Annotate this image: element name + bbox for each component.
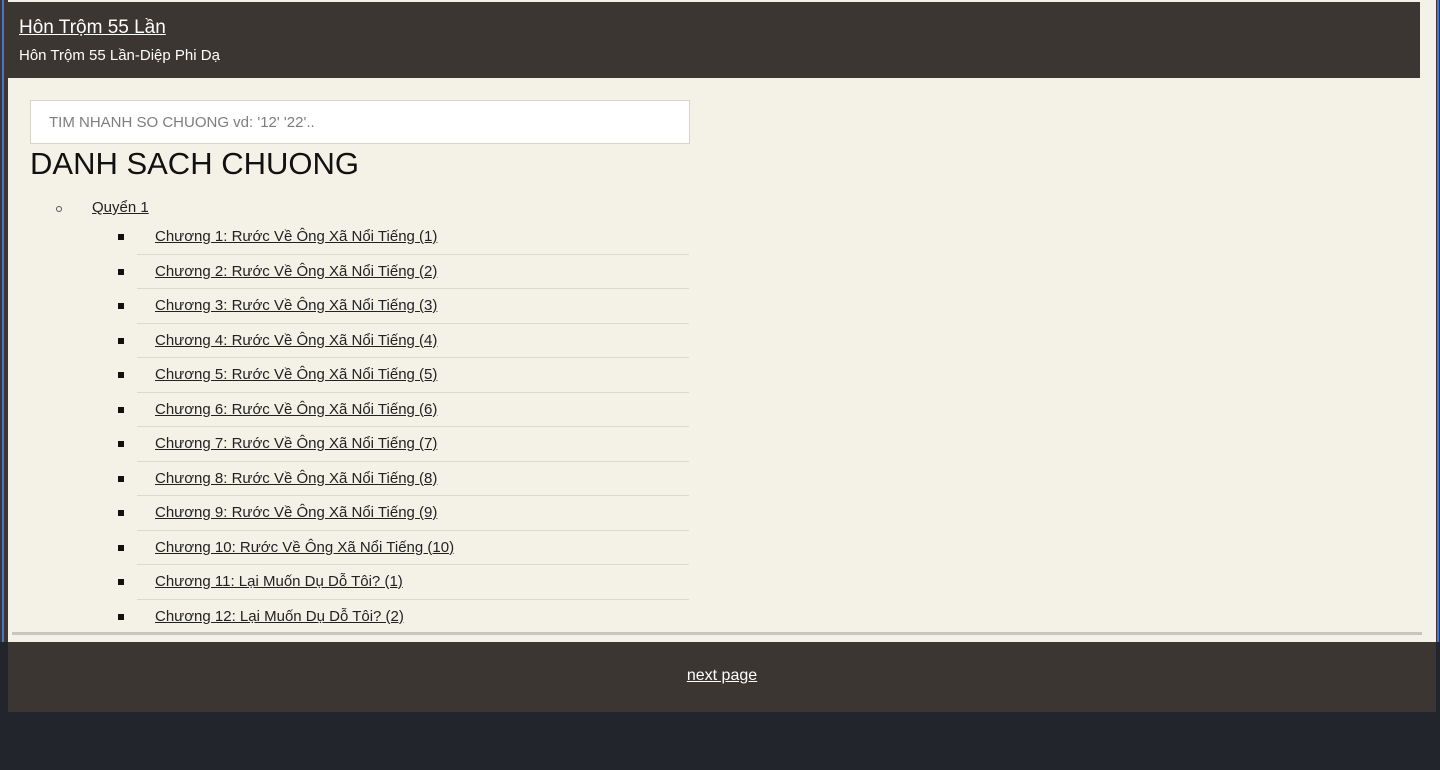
square-bullet-icon: [118, 441, 124, 447]
bottom-band: [0, 712, 1440, 770]
chapter-search-input[interactable]: [30, 100, 690, 144]
square-bullet-icon: [118, 613, 124, 620]
chapter-list-item: Chương 11: Lại Muốn Dụ Dỗ Tôi? (1): [118, 565, 689, 600]
chapter-link[interactable]: Chương 5: Rước Về Ông Xã Nổi Tiếng (5): [155, 366, 437, 383]
chapter-link[interactable]: Chương 7: Rước Về Ông Xã Nổi Tiếng (7): [155, 435, 437, 452]
site-title-link[interactable]: Hôn Trộm 55 Lần: [19, 17, 166, 39]
square-bullet-icon: [118, 303, 124, 309]
chapter-list-item: Chương 10: Rước Về Ông Xã Nổi Tiếng (10): [118, 531, 689, 565]
square-bullet-icon: [118, 372, 124, 378]
chapter-list-item: Chương 4: Rước Về Ông Xã Nổi Tiếng (4): [118, 324, 689, 358]
chapter-list-item: Chương 7: Rước Về Ông Xã Nổi Tiếng (7): [118, 427, 689, 462]
chapter-link[interactable]: Chương 11: Lại Muốn Dụ Dỗ Tôi? (1): [155, 573, 403, 590]
chapter-link[interactable]: Chương 12: Lại Muốn Dụ Dỗ Tôi? (2): [155, 608, 404, 625]
content-divider: [12, 632, 1422, 635]
square-bullet-icon: [118, 406, 124, 413]
square-bullet-icon: [118, 337, 124, 344]
chapter-list-heading: DANH SACH CHUONG: [30, 146, 359, 181]
chapter-link[interactable]: Chương 3: Rước Về Ông Xã Nổi Tiếng (3): [155, 297, 437, 314]
window-left-border: [0, 0, 8, 642]
square-bullet-icon: [118, 475, 124, 482]
chapter-link[interactable]: Chương 1: Rước Về Ông Xã Nổi Tiếng (1): [155, 228, 437, 245]
browser-viewport: Hôn Trộm 55 Lần Hôn Trộm 55 Lần-Diệp Phi…: [0, 0, 1440, 770]
site-header: Hôn Trộm 55 Lần Hôn Trộm 55 Lần-Diệp Phi…: [8, 2, 1420, 78]
chapter-list-item: Chương 12: Lại Muốn Dụ Dỗ Tôi? (2): [118, 600, 689, 635]
chapter-link[interactable]: Chương 10: Rước Về Ông Xã Nổi Tiếng (10): [155, 539, 454, 556]
square-bullet-icon: [118, 510, 124, 516]
circle-bullet-icon: [56, 206, 62, 212]
chapter-list-item: Chương 3: Rước Về Ông Xã Nổi Tiếng (3): [118, 289, 689, 324]
chapter-list-item: Chương 9: Rước Về Ông Xã Nổi Tiếng (9): [118, 496, 689, 531]
chapter-list-item: Chương 1: Rước Về Ông Xã Nổi Tiếng (1): [118, 220, 689, 255]
chapter-list-item: Chương 5: Rước Về Ông Xã Nổi Tiếng (5): [118, 358, 689, 393]
chapter-link[interactable]: Chương 9: Rước Về Ông Xã Nổi Tiếng (9): [155, 504, 437, 521]
footer-bar: next page: [8, 642, 1436, 712]
square-bullet-icon: [118, 544, 124, 551]
volume-link[interactable]: Quyển 1: [92, 199, 149, 216]
chapter-link[interactable]: Chương 2: Rước Về Ông Xã Nổi Tiếng (2): [155, 263, 437, 280]
chapter-link[interactable]: Chương 4: Rước Về Ông Xã Nổi Tiếng (4): [155, 332, 437, 349]
chapter-list-item: Chương 2: Rước Về Ông Xã Nổi Tiếng (2): [118, 255, 689, 289]
chapter-list: Chương 1: Rước Về Ông Xã Nổi Tiếng (1) Ch…: [118, 220, 689, 635]
chapter-list-item: Chương 8: Rước Về Ông Xã Nổi Tiếng (8): [118, 462, 689, 496]
chapter-list-item: Chương 6: Rước Về Ông Xã Nổi Tiếng (6): [118, 393, 689, 427]
square-bullet-icon: [118, 234, 124, 240]
window-right-border: [1436, 0, 1440, 642]
site-subtitle: Hôn Trộm 55 Lần-Diệp Phi Dạ: [19, 47, 220, 64]
square-bullet-icon: [118, 579, 124, 585]
chapter-link[interactable]: Chương 8: Rước Về Ông Xã Nổi Tiếng (8): [155, 470, 437, 487]
next-page-link[interactable]: next page: [8, 667, 1436, 685]
square-bullet-icon: [118, 268, 124, 275]
chapter-link[interactable]: Chương 6: Rước Về Ông Xã Nổi Tiếng (6): [155, 401, 437, 418]
